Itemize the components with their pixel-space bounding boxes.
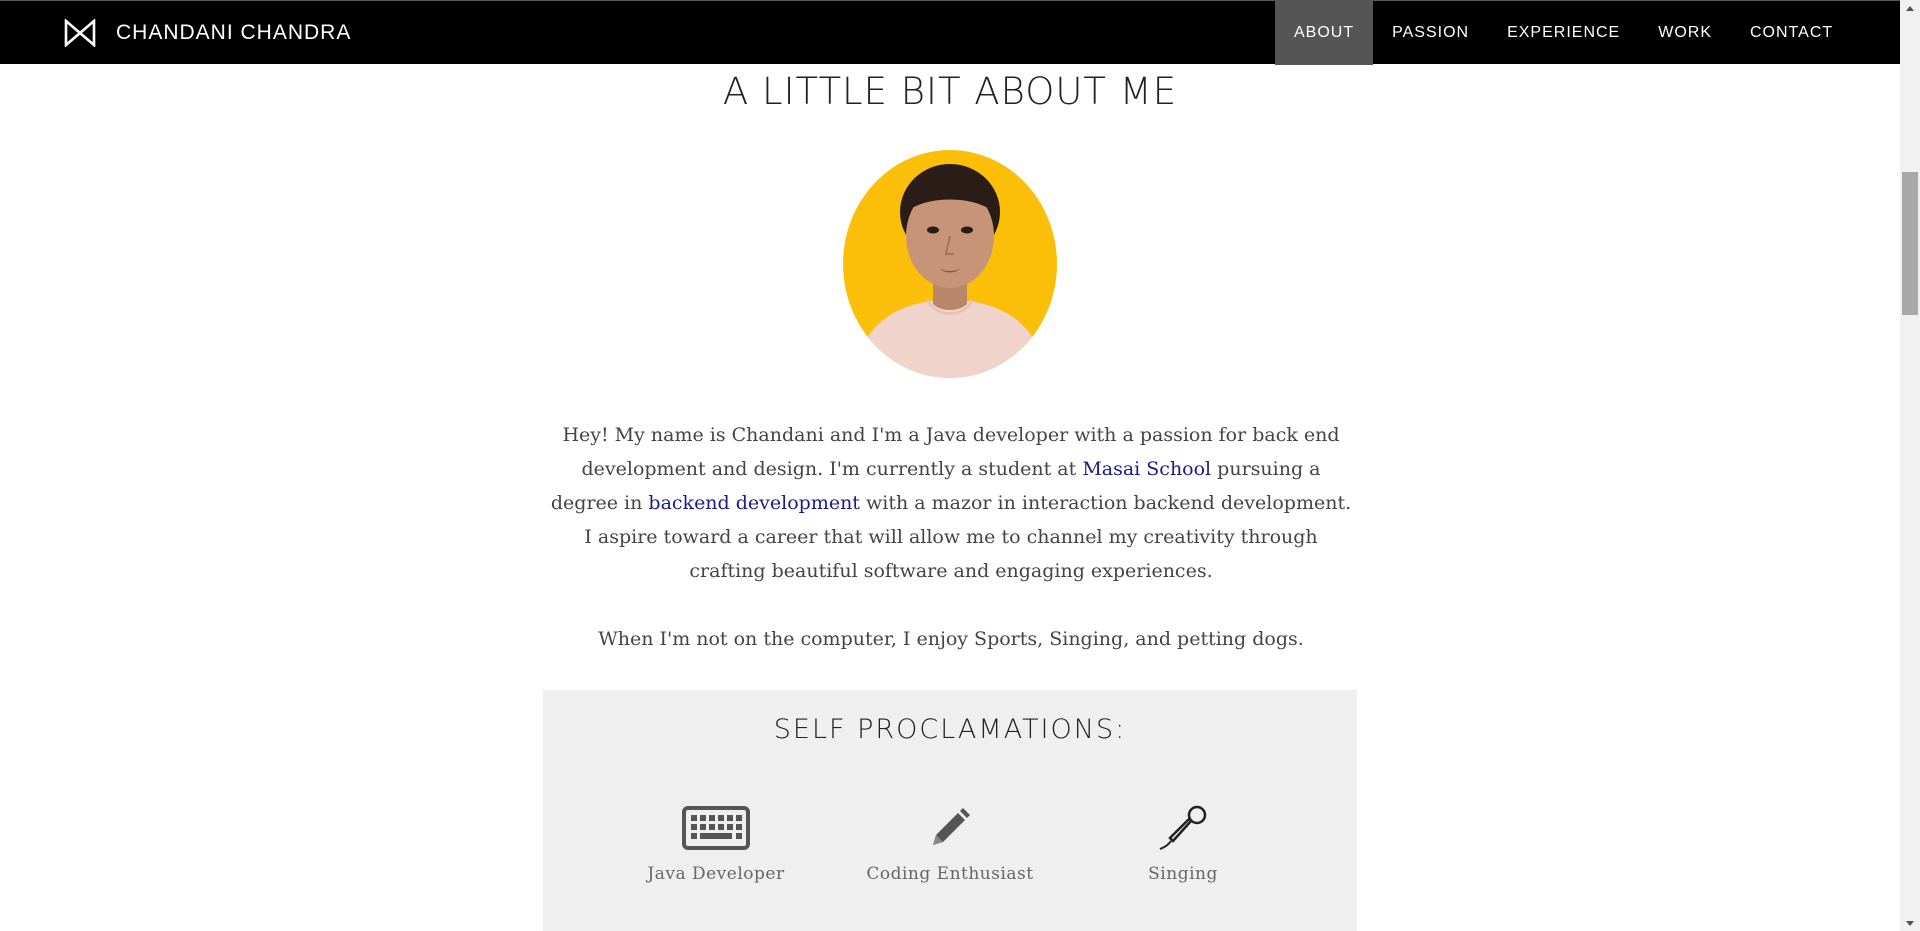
- skill-label: Singing: [1148, 864, 1218, 884]
- nav-menu: ABOUT PASSION EXPERIENCE WORK CONTACT: [1275, 1, 1852, 65]
- bio-text: Hey! My name is Chandani and I'm a Java …: [545, 418, 1357, 656]
- top-navbar: CHANDANI CHANDRA ABOUT PASSION EXPERIENC…: [0, 0, 1900, 65]
- nav-item-work[interactable]: WORK: [1639, 1, 1731, 65]
- avatar: [843, 150, 1057, 378]
- scroll-up-arrow-icon[interactable]: [1900, 0, 1920, 16]
- bio-paragraph: Hey! My name is Chandani and I'm a Java …: [545, 418, 1357, 588]
- hobbies-paragraph: When I'm not on the computer, I enjoy Sp…: [598, 628, 1304, 650]
- pencil-icon: [850, 804, 1050, 852]
- brand-name: CHANDANI CHANDRA: [116, 21, 352, 44]
- vertical-scrollbar[interactable]: [1900, 0, 1920, 931]
- brand-link[interactable]: CHANDANI CHANDRA: [64, 1, 351, 65]
- keyboard-icon: [616, 804, 816, 852]
- nav-item-passion[interactable]: PASSION: [1373, 1, 1488, 65]
- skill-label: Java Developer: [647, 864, 785, 884]
- proclamations-title: SELF PROCLAMATIONS:: [773, 714, 1127, 745]
- skill-label: Coding Enthusiast: [866, 864, 1034, 884]
- scroll-down-arrow-icon[interactable]: [1900, 915, 1920, 931]
- profile-photo: [853, 164, 1047, 378]
- nav-item-contact[interactable]: CONTACT: [1731, 1, 1852, 65]
- skill-coding-enthusiast: Coding Enthusiast: [850, 804, 1050, 884]
- scrollbar-thumb[interactable]: [1902, 172, 1918, 315]
- section-title: A LITTLE BIT ABOUT ME: [722, 70, 1178, 113]
- bowtie-logo-icon: [64, 19, 96, 47]
- self-proclamations-panel: SELF PROCLAMATIONS: Java Developer Codin…: [543, 690, 1357, 931]
- masai-school-link[interactable]: Masai School: [1082, 458, 1211, 480]
- nav-item-about[interactable]: ABOUT: [1275, 1, 1374, 65]
- skill-java-developer: Java Developer: [616, 804, 816, 884]
- microphone-icon: [1083, 804, 1283, 852]
- skill-singing: Singing: [1083, 804, 1283, 884]
- backend-development-link[interactable]: backend development: [648, 492, 860, 514]
- nav-item-experience[interactable]: EXPERIENCE: [1488, 1, 1639, 65]
